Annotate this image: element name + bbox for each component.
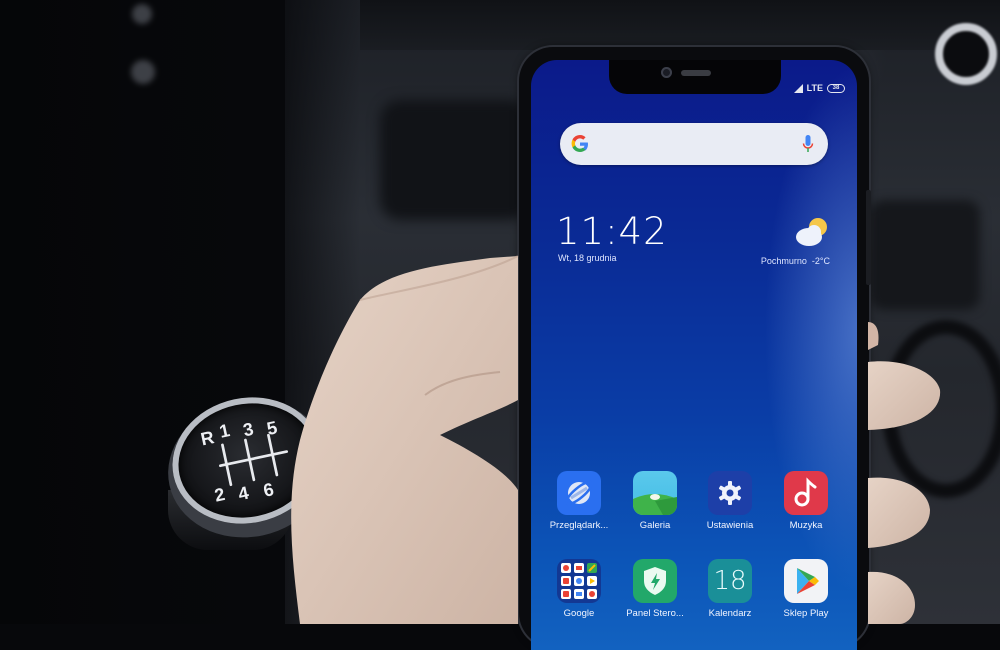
music-note-icon (784, 471, 828, 515)
app-google-folder[interactable]: Google (544, 559, 614, 619)
gear-4: 4 (236, 483, 250, 505)
screen-notch (609, 60, 781, 94)
app-play-store[interactable]: Sklep Play (771, 559, 841, 619)
play-store-icon (784, 559, 828, 603)
dashboard-top-panel (360, 0, 1000, 50)
app-calendar[interactable]: 18 Kalendarz (695, 559, 765, 619)
app-label: Ustawienia (706, 520, 754, 531)
weather-temperature: -2°C (811, 256, 830, 266)
status-bar: LTE 38 (793, 82, 845, 94)
partly-cloudy-icon[interactable] (793, 215, 831, 249)
app-label: Muzyka (789, 520, 823, 531)
security-shield-icon (633, 559, 677, 603)
google-search-bar[interactable] (560, 123, 828, 165)
app-label: Sklep Play (783, 608, 829, 619)
weather-condition: Pochmurno (760, 256, 807, 266)
settings-gear-icon (708, 471, 752, 515)
clock-date: Wt, 18 grudnia (558, 253, 617, 263)
gear-6: 6 (262, 479, 276, 501)
bokeh-light (132, 4, 152, 24)
app-settings[interactable]: Ustawienia (695, 471, 765, 531)
dashboard-dial (882, 320, 1000, 498)
calendar-icon: 18 (708, 559, 752, 603)
app-label: Kalendarz (708, 608, 752, 619)
battery-icon: 38 (827, 83, 845, 93)
app-gallery[interactable]: Galeria (620, 471, 690, 531)
calendar-day: 18 (713, 566, 747, 596)
phone-home-screen: LTE 38 11:42 Wt, 18 grudnia Pochmurno -2… (531, 60, 857, 650)
gear-1: 1 (218, 420, 232, 442)
app-label: Galeria (639, 520, 671, 531)
gear-3: 3 (241, 419, 255, 441)
clock-time[interactable]: 11:42 (556, 210, 668, 253)
earpiece-speaker (681, 70, 711, 76)
gallery-icon (633, 471, 677, 515)
gear-2: 2 (213, 484, 227, 506)
air-vent (380, 100, 530, 220)
gear-r: R (199, 427, 216, 449)
app-label: Panel Stero... (626, 608, 684, 619)
app-label: Przeglądark... (549, 520, 609, 531)
battery-level: 38 (832, 85, 840, 91)
weather-info: Pochmurno -2°C (761, 256, 830, 266)
browser-icon (557, 471, 601, 515)
app-security[interactable]: Panel Stero... (620, 559, 690, 619)
app-label: Google (563, 608, 595, 619)
volume-button (866, 190, 871, 285)
front-camera-icon (661, 67, 672, 78)
dashboard-knob (935, 23, 997, 85)
google-folder-icon (557, 559, 601, 603)
microphone-icon[interactable] (802, 135, 814, 153)
google-g-icon (571, 135, 588, 152)
signal-strength-icon (793, 83, 803, 93)
network-type: LTE (806, 83, 823, 93)
bokeh-light (131, 60, 155, 84)
app-music[interactable]: Muzyka (771, 471, 841, 531)
app-browser[interactable]: Przeglądark... (544, 471, 614, 531)
dashboard-display (870, 200, 980, 310)
